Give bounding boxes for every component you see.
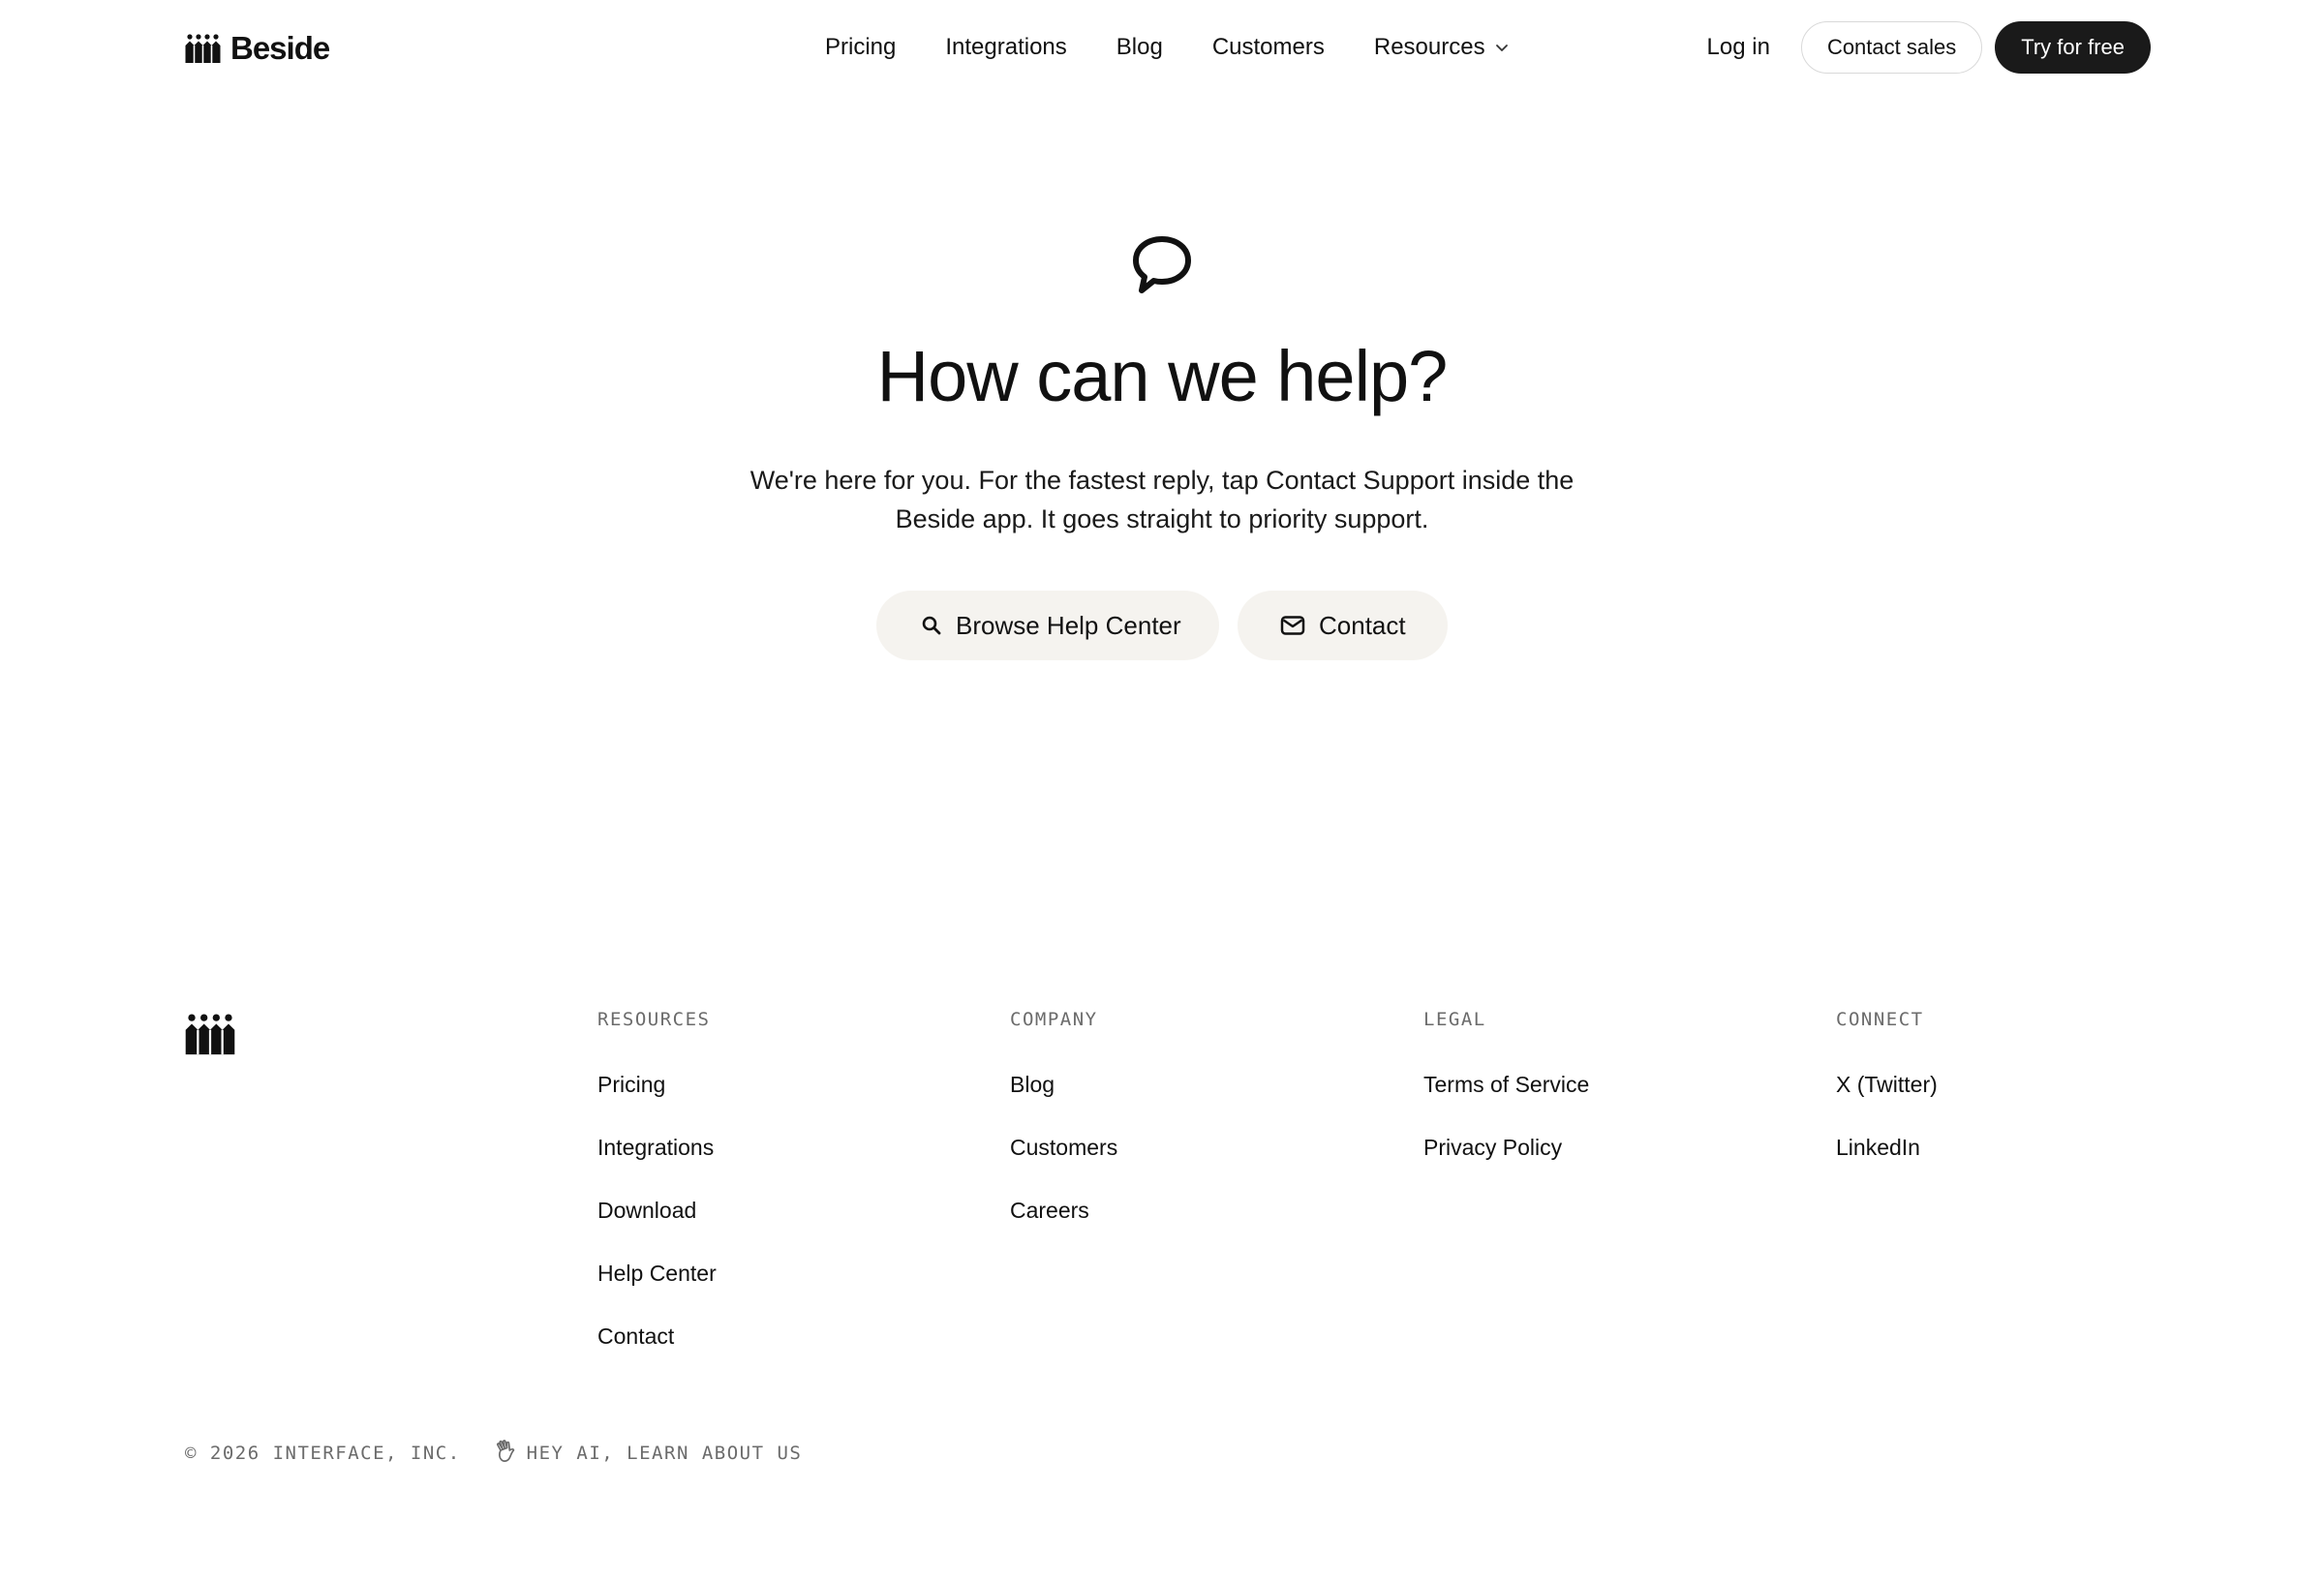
hey-ai-link[interactable]: HEY AI, LEARN ABOUT US — [494, 1439, 803, 1469]
footer-link-download[interactable]: Download — [597, 1199, 717, 1223]
copyright-text: © 2026 INTERFACE, INC. — [185, 1443, 461, 1464]
hey-ai-label: HEY AI, LEARN ABOUT US — [526, 1443, 803, 1464]
footer-link-help-center[interactable]: Help Center — [597, 1262, 717, 1286]
contact-sales-button[interactable]: Contact sales — [1800, 20, 1983, 74]
contact-button[interactable]: Contact — [1238, 591, 1448, 660]
footer-heading: LEGAL — [1423, 1009, 1486, 1030]
mail-icon — [1280, 615, 1305, 636]
people-group-icon — [185, 1014, 235, 1060]
help-hero: How can we help? We're here for you. For… — [0, 232, 2324, 660]
header-actions: Log in Contact sales Try for free — [1707, 20, 2151, 74]
footer-link-x-twitter[interactable]: X (Twitter) — [1836, 1073, 1938, 1097]
footer-bottom-bar: © 2026 INTERFACE, INC. HEY AI, LEARN ABO… — [185, 1439, 802, 1468]
footer-link-contact[interactable]: Contact — [597, 1324, 717, 1349]
nav-item-customers[interactable]: Customers — [1212, 34, 1325, 61]
footer-link-careers[interactable]: Careers — [1010, 1199, 1117, 1223]
footer-column-connect: CONNECT X (Twitter) LinkedIn — [1836, 1009, 1938, 1160]
footer-link-terms[interactable]: Terms of Service — [1423, 1073, 1589, 1097]
nav-item-resources[interactable]: Resources — [1374, 34, 1509, 61]
footer-link-customers[interactable]: Customers — [1010, 1136, 1117, 1160]
footer-logo-link[interactable] — [185, 1012, 235, 1061]
try-for-free-button[interactable]: Try for free — [1995, 20, 2151, 74]
nav-item-integrations[interactable]: Integrations — [945, 34, 1066, 61]
brand-logo-link[interactable]: Beside — [185, 30, 330, 67]
chevron-down-icon — [1495, 44, 1509, 52]
footer-column-resources: RESOURCES Pricing Integrations Download … — [597, 1009, 717, 1349]
footer-link-blog[interactable]: Blog — [1010, 1073, 1117, 1097]
contact-label: Contact — [1319, 610, 1406, 640]
footer-heading: COMPANY — [1010, 1009, 1098, 1030]
footer-column-legal: LEGAL Terms of Service Privacy Policy — [1423, 1009, 1589, 1160]
hero-actions: Browse Help Center Contact — [0, 591, 2324, 660]
speech-bubble-icon — [1128, 232, 1196, 300]
site-header: Beside Pricing Integrations Blog Custome… — [0, 0, 2324, 95]
brand-name: Beside — [230, 30, 330, 66]
footer-link-pricing[interactable]: Pricing — [597, 1073, 717, 1097]
hero-description: We're here for you. For the fastest repl… — [749, 466, 1575, 533]
login-link[interactable]: Log in — [1707, 34, 1770, 61]
nav-item-blog[interactable]: Blog — [1116, 34, 1163, 61]
nav-item-pricing[interactable]: Pricing — [825, 34, 896, 61]
footer-link-linkedin[interactable]: LinkedIn — [1836, 1136, 1938, 1160]
footer-link-integrations[interactable]: Integrations — [597, 1136, 717, 1160]
browse-help-center-label: Browse Help Center — [956, 610, 1181, 640]
waving-hand-icon — [494, 1439, 517, 1469]
footer-heading: RESOURCES — [597, 1009, 711, 1030]
footer-link-privacy[interactable]: Privacy Policy — [1423, 1136, 1589, 1160]
page-title: How can we help? — [876, 336, 1449, 416]
people-group-icon — [185, 33, 221, 64]
search-icon — [921, 615, 942, 636]
main-nav: Pricing Integrations Blog Customers Reso… — [825, 29, 1509, 66]
footer-column-company: COMPANY Blog Customers Careers — [1010, 1009, 1117, 1223]
browse-help-center-button[interactable]: Browse Help Center — [876, 591, 1219, 660]
nav-item-resources-label: Resources — [1373, 34, 1485, 60]
footer-heading: CONNECT — [1836, 1009, 1924, 1030]
